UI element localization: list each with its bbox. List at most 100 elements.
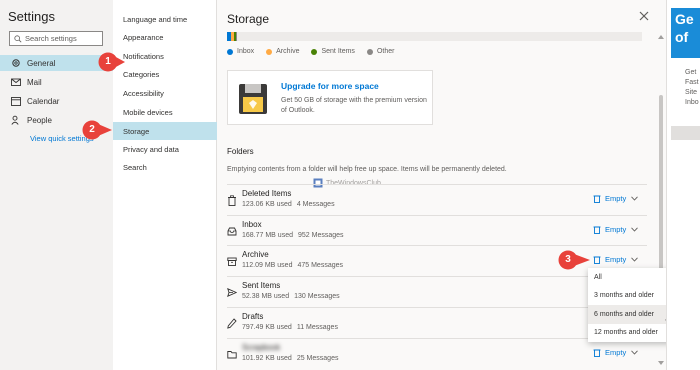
ad-text-line: Site: [685, 89, 698, 96]
ad-text-line: Inbo: [685, 99, 699, 106]
folder-meta: 112.09 MB used 475 Messages: [242, 262, 343, 269]
folders-heading: Folders: [227, 147, 254, 156]
upgrade-description: Get 50 GB of storage with the premium ve…: [281, 97, 427, 114]
ad-footer: [671, 126, 700, 140]
nav-item-label: General: [27, 58, 56, 68]
close-icon[interactable]: [638, 10, 650, 22]
scroll-down-arrow-icon[interactable]: [657, 360, 665, 366]
empty-label: Empty: [605, 225, 627, 234]
settings-title: Settings: [8, 9, 55, 24]
ad-text-line: Get: [685, 69, 697, 76]
callout-number: 3: [565, 254, 571, 265]
legend-label: Sent Items: [321, 48, 355, 55]
people-icon: [11, 115, 19, 125]
empty-button[interactable]: Empty: [593, 225, 639, 234]
folders-description: Emptying contents from a folder will hel…: [227, 166, 507, 173]
folder-row-inbox: Inbox 168.77 MB used 952 Messages Empty: [227, 215, 647, 246]
scroll-up-arrow-icon[interactable]: [657, 34, 665, 40]
empty-button[interactable]: Empty: [593, 194, 639, 203]
empty-label: Empty: [605, 194, 627, 203]
folder-count: 952 Messages: [297, 232, 344, 239]
ad-headline-line: Ge: [675, 11, 694, 27]
chevron-down-icon: [631, 257, 639, 262]
subnav-item-accessibility[interactable]: Accessibility: [113, 84, 217, 102]
folder-name: Inbox: [242, 220, 262, 229]
subnav-item-search[interactable]: Search: [113, 158, 217, 176]
chevron-down-icon: [631, 227, 639, 232]
folder-count: 475 Messages: [297, 262, 343, 269]
folder-size: 112.09 MB used: [242, 262, 293, 269]
send-icon: [227, 287, 237, 298]
subnav-item-notifications[interactable]: Notifications: [113, 47, 217, 65]
legend-dot-icon: [366, 48, 373, 55]
subnav-item-mobile-devices[interactable]: Mobile devices: [113, 103, 217, 121]
gear-icon: [12, 59, 20, 67]
ad-text: Get Fast Site Inbo: [685, 68, 699, 108]
legend-dot-icon: [266, 48, 273, 55]
nav-item-label: Calendar: [27, 96, 60, 106]
subnav-item-categories[interactable]: Categories: [113, 65, 217, 83]
side-advertisement[interactable]: Ge of Get Fast Site Inbo: [666, 0, 700, 370]
folder-row-custom: Scrapbook 101.92 KB used 25 Messages Empt…: [227, 338, 647, 369]
legend-label: Other: [376, 48, 395, 55]
nav-item-mail[interactable]: Mail: [0, 74, 113, 90]
subnav-item-privacy[interactable]: Privacy and data: [113, 140, 217, 158]
empty-button[interactable]: Empty: [593, 255, 639, 264]
folder-name: Archive: [242, 250, 269, 259]
ad-banner[interactable]: Ge of: [671, 8, 700, 58]
folder-row-sent-items: Sent Items 52.38 MB used 130 Messages: [227, 276, 647, 307]
subnav-item-appearance[interactable]: Appearance: [113, 28, 217, 46]
legend-dot-icon: [227, 48, 233, 55]
empty-button[interactable]: Empty: [593, 348, 639, 357]
settings-nav: Settings Search settings General Mail Ca…: [0, 0, 113, 370]
search-icon: [14, 34, 22, 42]
callout-number: 1: [105, 56, 111, 67]
page-title: Storage: [227, 12, 270, 26]
folder-icon: [227, 351, 237, 359]
mail-icon: [11, 78, 21, 86]
chevron-down-icon: [631, 196, 639, 201]
folder-size: 168.77 MB used: [242, 232, 293, 239]
legend-entry-archive: Archive: [266, 48, 299, 55]
inbox-icon: [227, 227, 237, 236]
folder-name: Sent Items: [242, 281, 281, 290]
folder-count: 4 Messages: [296, 201, 335, 208]
trash-icon: [228, 195, 236, 206]
folder-size: 52.38 MB used: [242, 293, 290, 300]
folder-name: Drafts: [242, 312, 264, 321]
callout-2: 2: [82, 120, 114, 140]
floppy-disk-icon: [239, 84, 267, 114]
search-placeholder: Search settings: [25, 34, 77, 43]
folder-count: 25 Messages: [296, 355, 339, 362]
subnav-item-language[interactable]: Language and time: [113, 10, 217, 28]
nav-item-label: People: [27, 115, 52, 125]
folder-meta: 101.92 KB used 25 Messages: [242, 355, 338, 362]
upgrade-title[interactable]: Upgrade for more space: [281, 81, 379, 91]
folder-row-drafts: Drafts 797.49 KB used 11 Messages: [227, 307, 647, 338]
callout-1: 1: [98, 52, 128, 72]
folder-meta: 797.49 KB used 11 Messages: [242, 324, 338, 331]
trash-icon: [593, 256, 601, 264]
folder-count: 11 Messages: [296, 324, 338, 331]
search-settings-input[interactable]: Search settings: [9, 31, 103, 46]
nav-item-general[interactable]: General: [0, 55, 113, 71]
callout-number: 2: [89, 124, 95, 135]
pencil-icon: [227, 318, 237, 329]
general-subnav: Language and time Appearance Notificatio…: [113, 0, 217, 370]
empty-label: Empty: [605, 348, 627, 357]
legend-dot-icon: [311, 48, 318, 55]
folder-count: 130 Messages: [294, 293, 340, 300]
storage-legend: Inbox Archive Sent Items Other: [227, 48, 406, 55]
folder-row-deleted-items: Deleted Items 123.06 KB used 4 Messages E…: [227, 184, 647, 215]
folder-size: 797.49 KB used: [242, 324, 292, 331]
folder-meta: 123.06 KB used 4 Messages: [242, 201, 335, 208]
usage-segment-other: [236, 32, 237, 41]
subnav-item-storage[interactable]: Storage: [113, 122, 217, 140]
upgrade-card[interactable]: Upgrade for more space Get 50 GB of stor…: [227, 70, 433, 125]
legend-label: Inbox: [237, 48, 255, 55]
nav-item-calendar[interactable]: Calendar: [0, 93, 113, 109]
folder-name-blurred: Scrapbook: [242, 343, 281, 352]
storage-usage-bar: [227, 32, 642, 41]
folder-name: Deleted Items: [242, 189, 292, 198]
folder-size: 123.06 KB used: [242, 201, 292, 208]
